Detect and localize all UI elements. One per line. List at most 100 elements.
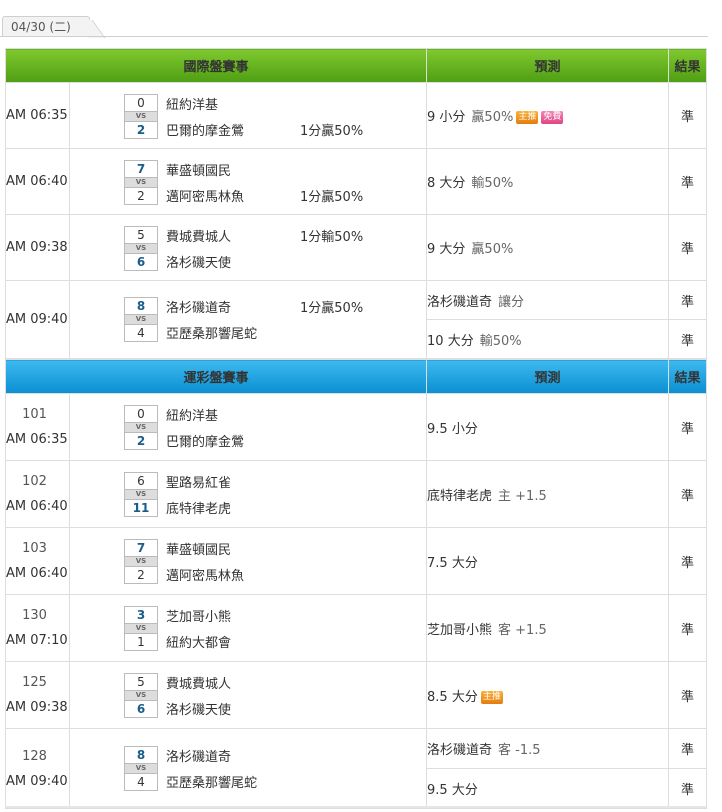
home-score: 2 xyxy=(124,186,158,205)
match-time: AM 09:38 xyxy=(6,240,68,255)
date-tabbar: 04/30 (二) xyxy=(0,0,722,48)
prediction-main: 8 大分 xyxy=(427,176,466,191)
teams-cell: 0 VS 2 紐約洋基巴爾的摩金鶯 xyxy=(68,393,428,461)
home-team-name[interactable]: 亞歷桑那響尾蛇 xyxy=(166,772,257,791)
intl-header-row: 國際盤賽事 預測 結果 xyxy=(4,48,708,83)
away-team-name[interactable]: 費城費城人 xyxy=(166,226,231,245)
date-tab[interactable]: 04/30 (二) xyxy=(2,16,90,37)
match-time: AM 09:40 xyxy=(6,312,68,327)
match-row: 125 AM 09:38 5 VS 6 費城費城人 洛杉磯天使 8.5 大分 主推準 xyxy=(5,661,708,729)
tab-divider xyxy=(0,36,708,37)
match-time-cell: AM 09:40 xyxy=(5,280,70,359)
home-team-name[interactable]: 底特律老虎 xyxy=(166,498,231,517)
prediction-detail: 贏50% xyxy=(471,242,514,257)
bottom-divider xyxy=(5,806,706,808)
match-row: 128 AM 09:40 8 VS 4 洛杉磯道奇 亞歷桑那響尾蛇 洛杉磯道奇客 -1.5 準 xyxy=(5,728,708,809)
away-score: 0 xyxy=(124,93,158,112)
teams-cell: 0 VS 2 紐約洋基巴爾的摩金鶯 1分贏50% xyxy=(68,82,428,149)
match-time-cell: AM 09:38 xyxy=(5,214,70,281)
result-cell: 準 xyxy=(668,148,708,215)
away-team-name[interactable]: 聖路易紅雀 xyxy=(166,472,231,491)
prediction-main: 洛杉磯道奇 xyxy=(427,294,493,310)
home-score: 2 xyxy=(124,432,158,450)
intl-pred-header: 預測 xyxy=(426,48,670,83)
handicap-text: 1分贏50% xyxy=(300,301,364,316)
home-team-name[interactable]: 洛杉磯天使 xyxy=(166,252,231,271)
prediction-main: 底特律老虎 xyxy=(427,488,493,504)
featured-badge: 主推 xyxy=(480,690,503,704)
score-box: 5 VS 6 xyxy=(124,225,158,271)
prediction-main: 9 大分 xyxy=(427,242,466,257)
prediction-cell: 9.5 小分 xyxy=(426,393,670,461)
away-team-name[interactable]: 洛杉磯道奇 xyxy=(166,746,231,765)
score-box: 0 VS 2 xyxy=(124,93,158,139)
lottery-table: 運彩盤賽事 預測 結果 101 AM 06:35 0 VS 2 紐約洋基 巴爾的摩金鶯 9.5… xyxy=(4,359,708,809)
result-cell: 準 xyxy=(668,594,708,662)
home-team-name[interactable]: 紐約大都會 xyxy=(166,632,231,651)
result-cell: 準 xyxy=(668,527,708,595)
away-team-name[interactable]: 芝加哥小熊 xyxy=(166,606,231,625)
vs-label: VS xyxy=(124,423,158,432)
teams-cell: 5 VS 6 費城費城人 洛杉磯天使 xyxy=(68,661,428,729)
prediction-cell: 7.5 大分 xyxy=(426,527,670,595)
vs-label: VS xyxy=(124,764,158,773)
result-cell: 準 xyxy=(668,661,708,729)
score-box: 7 VS 2 xyxy=(124,539,158,584)
home-team-name[interactable]: 洛杉磯天使 xyxy=(166,699,231,718)
match-number: 128 xyxy=(22,748,47,764)
away-score: 3 xyxy=(124,606,158,624)
home-team-name[interactable]: 邁阿密馬林魚 xyxy=(166,186,244,205)
home-score: 4 xyxy=(124,773,158,791)
prediction-main: 洛杉磯道奇 xyxy=(427,743,493,758)
home-score: 4 xyxy=(124,324,158,342)
teams-cell: 7 VS 2 華盛頓國民 邁阿密馬林魚 1分贏50% xyxy=(68,148,428,215)
match-row: 103 AM 06:40 7 VS 2 華盛頓國民 邁阿密馬林魚 7.5 大分 準 xyxy=(5,527,708,595)
prediction-cell: 洛杉磯道奇客 -1.5 xyxy=(426,728,670,769)
match-row: 130 AM 07:10 3 VS 1 芝加哥小熊 紐約大都會 芝加哥小熊客 +1.5 準 xyxy=(5,594,708,662)
match-number: 103 xyxy=(22,541,47,556)
away-team-name[interactable]: 紐約洋基 xyxy=(166,405,218,424)
home-score: 2 xyxy=(124,120,158,139)
vs-label: VS xyxy=(124,243,158,253)
match-time-cell: 125 AM 09:38 xyxy=(5,661,70,729)
match-number: 101 xyxy=(22,407,47,422)
away-score: 0 xyxy=(124,405,158,423)
score-box: 3 VS 1 xyxy=(124,606,158,651)
match-time: AM 06:35 xyxy=(6,108,68,123)
lottery-result-header: 結果 xyxy=(668,359,708,394)
featured-badge: 主推 xyxy=(516,111,539,124)
prediction-detail: 客 -1.5 xyxy=(498,743,541,758)
away-team-name[interactable]: 華盛頓國民 xyxy=(166,539,231,558)
match-time: AM 09:38 xyxy=(6,700,68,715)
away-team-name[interactable]: 紐約洋基 xyxy=(166,94,218,113)
away-score: 5 xyxy=(124,225,158,244)
match-row: AM 06:35 0 VS 2 紐約洋基 巴爾的摩金鶯 1分贏50% 9 小分 贏50% 主推 免費… xyxy=(5,82,708,149)
prediction-detail: 輸50% xyxy=(471,176,514,191)
away-team-name[interactable]: 洛杉磯道奇 xyxy=(166,297,231,316)
intl-title: 國際盤賽事 xyxy=(4,48,428,83)
prediction-main: 9 小分 xyxy=(427,110,466,125)
handicap-text: 1分贏50% xyxy=(300,123,364,139)
home-team-name[interactable]: 巴爾的摩金鶯 xyxy=(166,120,244,139)
teams-cell: 6 VS 11 聖路易紅雀 底特律老虎 xyxy=(68,460,428,528)
match-row: AM 09:40 8 VS 4 洛杉磯道奇 亞歷桑那響尾蛇 1分贏50% 洛杉磯道奇 讓分準 xyxy=(5,280,708,359)
lottery-pred-header: 預測 xyxy=(426,359,670,394)
prediction-main: 9.5 小分 xyxy=(427,421,478,437)
teams-cell: 8 VS 4 洛杉磯道奇 亞歷桑那響尾蛇 xyxy=(68,728,428,809)
away-team-name[interactable]: 華盛頓國民 xyxy=(166,160,231,179)
home-team-name[interactable]: 邁阿密馬林魚 xyxy=(166,565,244,584)
vs-label: VS xyxy=(124,490,158,499)
prediction-main: 7.5 大分 xyxy=(427,555,478,571)
prediction-cell: 芝加哥小熊客 +1.5 xyxy=(426,594,670,662)
away-team-name[interactable]: 費城費城人 xyxy=(166,673,231,692)
vs-label: VS xyxy=(124,557,158,566)
match-time: AM 06:40 xyxy=(6,499,68,514)
score-box: 8 VS 4 xyxy=(124,297,158,342)
match-row: 102 AM 06:40 6 VS 11 聖路易紅雀 底特律老虎 底特律老虎主 +1.5 準 xyxy=(5,460,708,528)
handicap-text: 1分輸50% xyxy=(300,229,364,245)
home-team-name[interactable]: 亞歷桑那響尾蛇 xyxy=(166,323,257,342)
home-team-name[interactable]: 巴爾的摩金鶯 xyxy=(166,431,244,450)
handicap-text: 1分贏50% xyxy=(300,189,364,205)
teams-cell: 8 VS 4 洛杉磯道奇亞歷桑那響尾蛇 1分贏50% xyxy=(68,280,428,359)
home-score: 6 xyxy=(124,252,158,271)
